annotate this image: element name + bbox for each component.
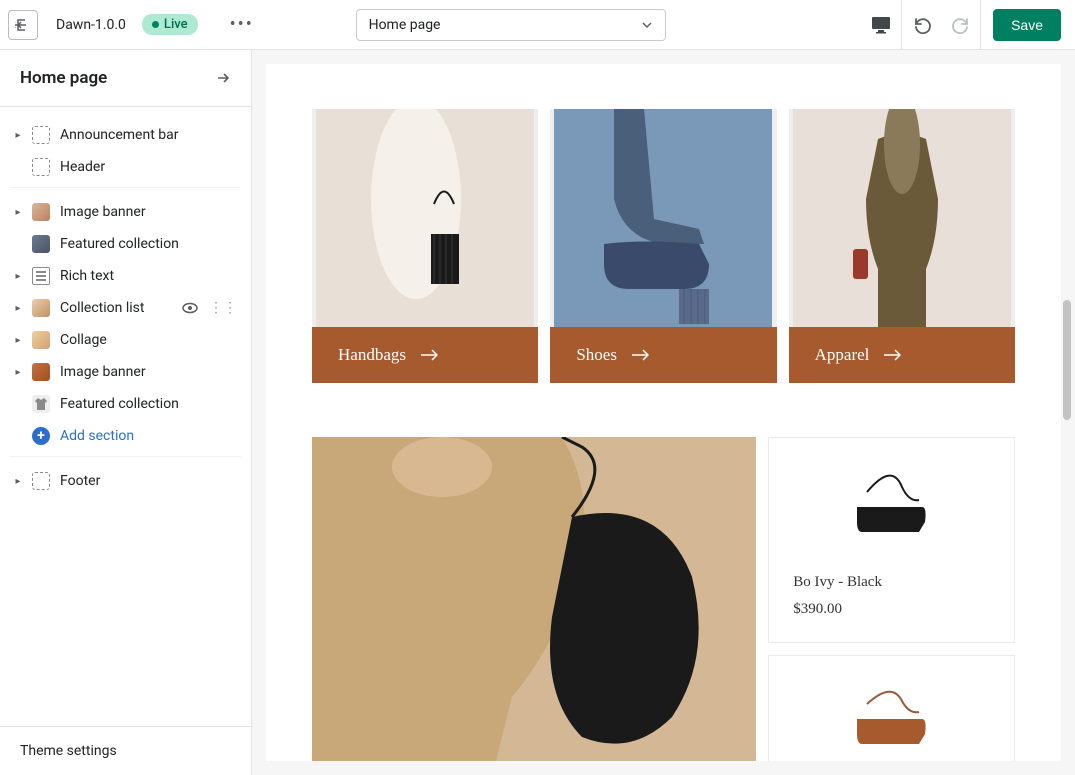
page-selector-label: Home page — [369, 17, 441, 33]
sidebar-item-header[interactable]: ▸ Header — [10, 151, 241, 183]
sidebar-item-label: Featured collection — [60, 236, 179, 252]
arrow-right-icon — [420, 349, 438, 361]
collection-label-bar: Shoes — [550, 327, 776, 383]
preview-content[interactable]: Handbags Shoes — [266, 64, 1061, 761]
redo-button[interactable] — [941, 0, 980, 50]
chevron-down-icon — [641, 19, 653, 31]
sidebar-item-image-banner-2[interactable]: ▸ Image banner — [10, 356, 241, 388]
sidebar-item-image-banner[interactable]: ▸ Image banner — [10, 196, 241, 228]
collection-card-apparel[interactable]: Apparel — [789, 109, 1015, 383]
undo-icon — [912, 15, 932, 35]
theme-name: Dawn-1.0.0 — [56, 17, 126, 33]
sidebar-title: Home page — [20, 68, 107, 88]
section-icon — [32, 158, 50, 176]
sidebar-body: ▸ Announcement bar ▸ Header ▸ Image bann… — [0, 107, 251, 726]
top-toolbar: Dawn-1.0.0 Live ••• Home page Save — [0, 0, 1075, 50]
section-thumb-icon — [32, 299, 50, 317]
caret-right-icon: ▸ — [14, 303, 22, 314]
status-badge-label: Live — [164, 17, 188, 32]
sidebar-item-collection-list[interactable]: ▸ Collection list ⋮⋮ — [10, 292, 241, 324]
exit-icon — [15, 17, 31, 33]
page-selector[interactable]: Home page — [356, 9, 666, 41]
section-icon — [32, 472, 50, 490]
product-image — [787, 674, 996, 761]
dots-icon: ••• — [230, 14, 254, 35]
caret-right-icon: ▸ — [14, 271, 22, 282]
section-thumb-icon — [32, 235, 50, 253]
preview-scrollbar[interactable] — [1063, 100, 1071, 480]
sidebar-header: Home page — [0, 50, 251, 107]
collection-card-handbags[interactable]: Handbags — [312, 109, 538, 383]
section-thumb-icon — [32, 363, 50, 381]
arrow-right-icon — [631, 349, 649, 361]
collage-section: Bo Ivy - Black $390.00 — [312, 437, 1015, 761]
plus-circle-icon: + — [32, 427, 50, 445]
product-name: Bo Ivy - Black — [793, 574, 990, 591]
eye-icon[interactable] — [181, 299, 199, 317]
sidebar-item-label: Announcement bar — [60, 127, 179, 143]
arrow-right-icon — [883, 349, 901, 361]
collection-label-bar: Handbags — [312, 327, 538, 383]
viewport-desktop-button[interactable] — [861, 0, 901, 50]
sidebar-item-collage[interactable]: ▸ Collage — [10, 324, 241, 356]
sidebar-item-label: Image banner — [60, 364, 146, 380]
sidebar-item-label: Collection list — [60, 300, 144, 316]
sidebar-item-footer[interactable]: ▸ Footer — [10, 465, 241, 497]
redo-icon — [951, 15, 971, 35]
right-toolbar: Save — [861, 0, 1067, 50]
collection-label: Shoes — [576, 345, 617, 365]
product-price: $390.00 — [793, 601, 990, 618]
caret-right-icon: ▸ — [14, 367, 22, 378]
save-button[interactable]: Save — [993, 9, 1061, 41]
collection-list-section: Handbags Shoes — [312, 109, 1015, 383]
sidebar-item-rich-text[interactable]: ▸ Rich text — [10, 260, 241, 292]
add-section-label: Add section — [60, 428, 134, 444]
desktop-icon — [871, 16, 891, 34]
caret-right-icon: ▸ — [14, 130, 22, 141]
scrollbar-thumb[interactable] — [1063, 300, 1071, 420]
collection-image — [789, 109, 1015, 327]
sidebar-item-label: Header — [60, 159, 105, 175]
collection-label: Handbags — [338, 345, 406, 365]
sidebar-item-label: Image banner — [60, 204, 146, 220]
caret-right-icon: ▸ — [14, 207, 22, 218]
more-menu-button[interactable]: ••• — [230, 14, 254, 35]
back-button[interactable] — [8, 10, 38, 40]
product-card-2[interactable] — [768, 655, 1015, 761]
drag-handle-icon[interactable]: ⋮⋮ — [209, 300, 237, 316]
arrow-right-icon[interactable] — [215, 70, 231, 86]
collection-image — [550, 109, 776, 327]
collection-label-bar: Apparel — [789, 327, 1015, 383]
caret-right-icon: ▸ — [14, 335, 22, 346]
status-dot-icon — [152, 21, 159, 28]
collage-image[interactable] — [312, 437, 756, 761]
section-thumb-icon — [32, 331, 50, 349]
section-sidebar: Home page ▸ Announcement bar ▸ Header — [0, 50, 252, 775]
theme-settings-label: Theme settings — [20, 743, 117, 759]
add-section-button[interactable]: ▸ + Add section — [10, 420, 241, 452]
undo-button[interactable] — [902, 0, 941, 50]
section-thumb-icon — [32, 203, 50, 221]
status-badge: Live — [142, 14, 198, 35]
sidebar-item-label: Collage — [60, 332, 107, 348]
preview-pane: Handbags Shoes — [252, 50, 1075, 775]
product-image — [793, 462, 990, 552]
sidebar-item-featured-collection-2[interactable]: ▸ Featured collection — [10, 388, 241, 420]
collection-label: Apparel — [815, 345, 870, 365]
undo-redo-group — [901, 0, 981, 50]
sidebar-item-label: Featured collection — [60, 396, 179, 412]
sidebar-item-announcement-bar[interactable]: ▸ Announcement bar — [10, 119, 241, 151]
sidebar-item-label: Footer — [60, 473, 100, 489]
sidebar-item-label: Rich text — [60, 268, 114, 284]
collection-card-shoes[interactable]: Shoes — [550, 109, 776, 383]
caret-right-icon: ▸ — [14, 476, 22, 487]
shirt-icon — [32, 395, 50, 413]
collection-image — [312, 109, 538, 327]
text-icon — [32, 267, 50, 285]
section-icon — [32, 126, 50, 144]
product-card[interactable]: Bo Ivy - Black $390.00 — [768, 437, 1015, 643]
sidebar-item-featured-collection[interactable]: ▸ Featured collection — [10, 228, 241, 260]
theme-settings-button[interactable]: Theme settings — [0, 726, 251, 775]
